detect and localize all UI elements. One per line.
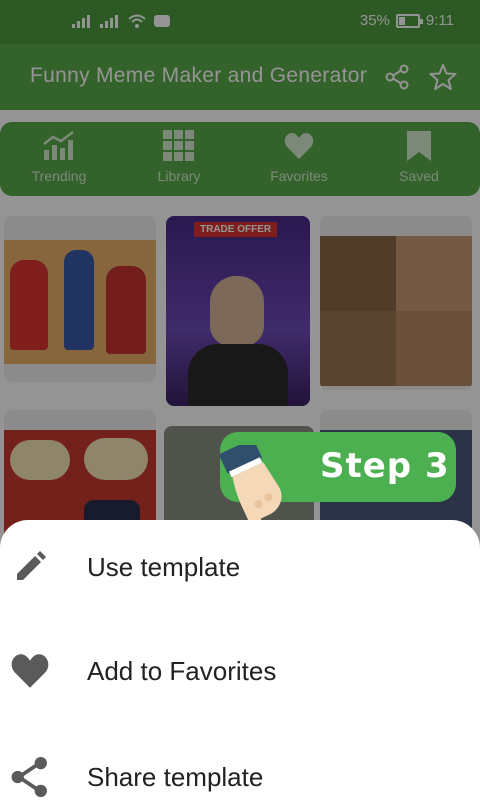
option-label: Add to Favorites [87, 655, 277, 686]
add-to-favorites-option[interactable]: Add to Favorites [0, 636, 480, 706]
step-label: Step 3 [320, 446, 450, 486]
bottom-sheet: Use template Add to Favorites Share temp… [0, 520, 480, 800]
share-template-option[interactable]: Share template [0, 742, 480, 800]
share-icon [8, 755, 52, 799]
option-label: Share template [87, 761, 264, 792]
heart-icon [8, 649, 52, 693]
use-template-option[interactable]: Use template [0, 532, 480, 602]
option-label: Use template [87, 551, 241, 582]
pencil-icon [8, 545, 52, 589]
